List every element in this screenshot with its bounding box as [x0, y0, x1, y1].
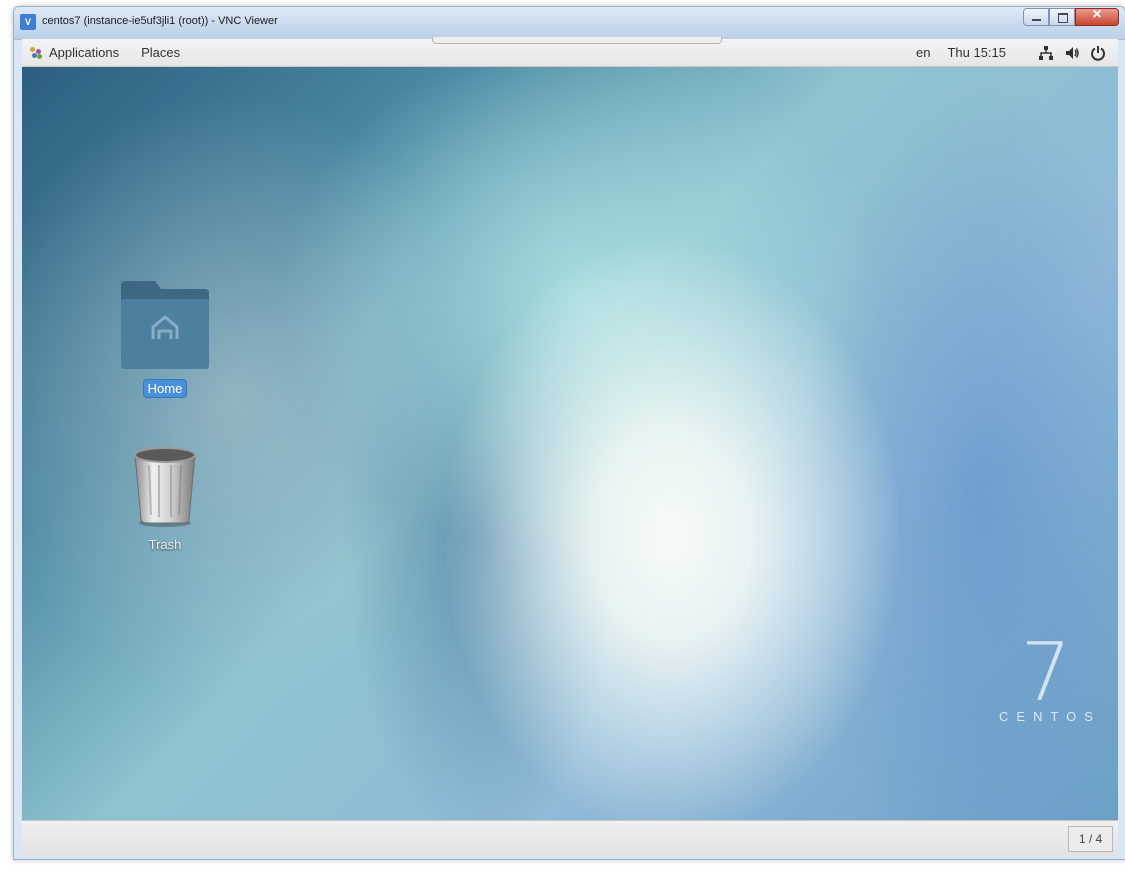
window-controls: [1023, 7, 1119, 26]
language-indicator[interactable]: en: [916, 45, 930, 60]
trash-icon-label: Trash: [148, 537, 182, 552]
applications-menu[interactable]: Applications: [30, 45, 119, 60]
maximize-button[interactable]: [1049, 8, 1075, 26]
panel-drag-handle[interactable]: [432, 37, 722, 44]
desktop-background[interactable]: Home Trash 7 CENTOS: [22, 67, 1118, 820]
vnc-viewer-icon[interactable]: V: [20, 14, 36, 30]
vnc-viewer-window: V centos7 (instance-ie5uf3jli1 (root)) -…: [13, 6, 1125, 860]
workspace-switcher[interactable]: 1 / 4: [1068, 826, 1113, 852]
centos-logo: 7 CENTOS: [990, 626, 1102, 725]
window-title: centos7 (instance-ie5uf3jli1 (root)) - V…: [42, 15, 278, 27]
network-icon[interactable]: [1038, 45, 1054, 61]
window-titlebar[interactable]: V centos7 (instance-ie5uf3jli1 (root)) -…: [14, 7, 1125, 40]
desktop-icon-trash[interactable]: Trash: [110, 445, 220, 554]
panel-menus: Applications Places: [30, 39, 180, 66]
volume-icon[interactable]: [1064, 45, 1080, 61]
places-menu[interactable]: Places: [141, 45, 180, 60]
gnome-top-panel: Applications Places en Thu 15:15: [22, 37, 1118, 67]
home-icon-label: Home: [143, 380, 187, 397]
centos-version-number: 7: [1020, 626, 1072, 719]
centos-wordmark: CENTOS: [999, 709, 1101, 724]
home-folder-icon: [119, 281, 211, 375]
desktop-icon-home[interactable]: Home: [110, 279, 220, 398]
close-button[interactable]: [1075, 7, 1119, 26]
panel-status-area: en Thu 15:15: [916, 39, 1106, 66]
clock[interactable]: Thu 15:15: [947, 45, 1006, 60]
power-icon[interactable]: [1090, 45, 1106, 61]
applications-menu-label: Applications: [49, 45, 120, 60]
applications-icon: [30, 46, 42, 59]
gnome-bottom-panel: 1 / 4: [22, 820, 1118, 856]
minimize-button[interactable]: [1023, 8, 1049, 26]
trash-icon: [129, 447, 201, 531]
